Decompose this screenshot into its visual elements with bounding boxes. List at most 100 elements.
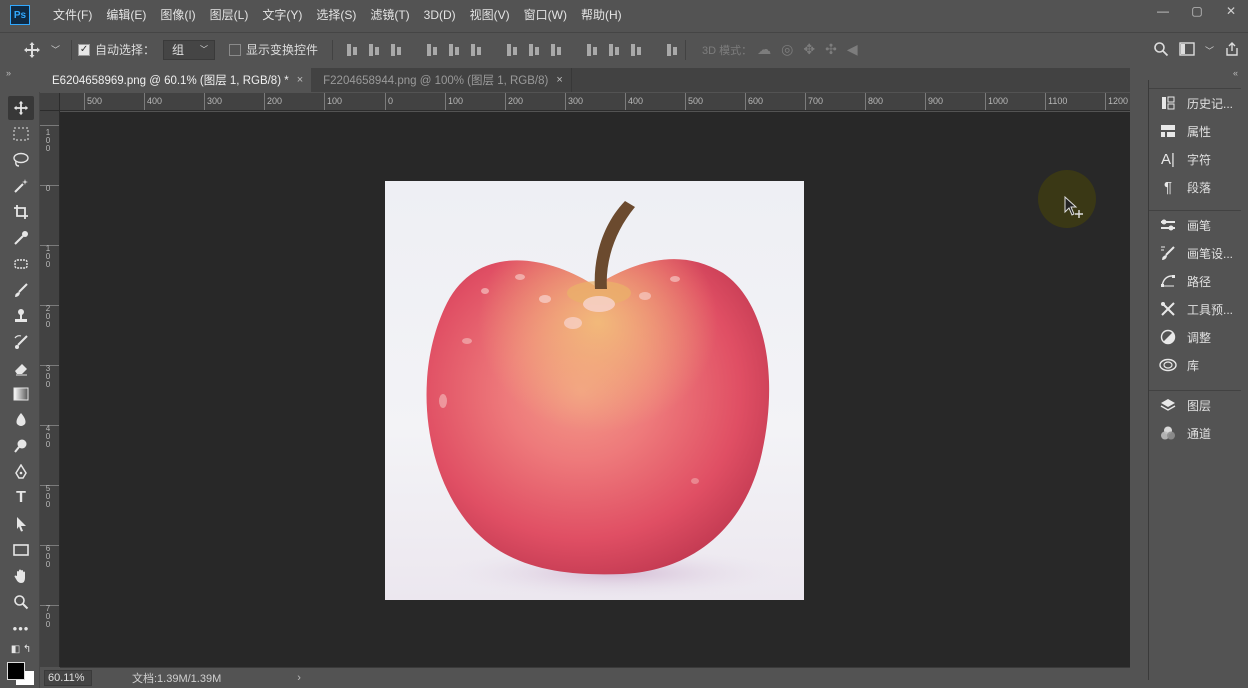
align-left-icon[interactable] (425, 43, 439, 57)
move-tool-icon[interactable] (8, 96, 34, 120)
type-tool-icon[interactable]: T (8, 486, 34, 510)
panel-label: 画笔 (1187, 218, 1212, 233)
marquee-tool-icon[interactable] (8, 122, 34, 146)
distribute-bottom-icon[interactable] (549, 43, 563, 57)
align-top-icon[interactable] (345, 43, 359, 57)
3d-roll-icon[interactable]: ◎ (776, 41, 798, 58)
panel-adjustments[interactable]: 调整 (1149, 323, 1241, 351)
minimize-button[interactable]: — (1146, 0, 1180, 22)
3d-slide-icon[interactable]: ✣ (820, 41, 842, 58)
3d-orbit-icon[interactable]: ☁ (752, 41, 776, 58)
menu-select[interactable]: 选择(S) (309, 0, 363, 30)
close-tab-icon[interactable]: × (556, 74, 562, 86)
clone-stamp-tool-icon[interactable] (8, 304, 34, 328)
distribute-top-icon[interactable] (505, 43, 519, 57)
panel-paths[interactable]: 路径 (1149, 267, 1241, 295)
horizontal-ruler[interactable]: 500 400 300 200 100 0 100 200 300 400 50… (60, 93, 1130, 111)
close-tab-icon[interactable]: × (297, 74, 303, 86)
3d-pan-icon[interactable]: ✥ (798, 41, 820, 58)
rectangle-tool-icon[interactable] (8, 538, 34, 562)
close-button[interactable]: ✕ (1214, 0, 1248, 22)
ruler-origin[interactable] (40, 93, 60, 111)
auto-select-dropdown[interactable]: 组 ﹀ (163, 39, 216, 60)
distribute-right-icon[interactable] (629, 43, 643, 57)
menu-filter[interactable]: 滤镜(T) (363, 0, 416, 30)
pen-tool-icon[interactable] (8, 460, 34, 484)
auto-select-checkbox[interactable]: ✓ (78, 43, 91, 56)
chevron-down-icon[interactable]: ﹀ (46, 43, 65, 56)
menu-view[interactable]: 视图(V) (463, 0, 517, 30)
healing-brush-tool-icon[interactable] (8, 252, 34, 276)
distribute-left-icon[interactable] (585, 43, 599, 57)
eraser-tool-icon[interactable] (8, 356, 34, 380)
3d-scale-icon[interactable]: ◀ (842, 41, 863, 58)
gradient-tool-icon[interactable] (8, 382, 34, 406)
ruler-label: 900 (928, 96, 944, 106)
move-tool-preset-icon[interactable] (18, 41, 46, 59)
dodge-tool-icon[interactable] (8, 434, 34, 458)
panel-tool-presets[interactable]: 工具预... (1149, 295, 1241, 323)
history-brush-tool-icon[interactable] (8, 330, 34, 354)
blur-tool-icon[interactable] (8, 408, 34, 432)
more-tools-icon[interactable]: ••• (8, 616, 34, 640)
panel-channels[interactable]: 通道 (1149, 419, 1241, 447)
magic-wand-tool-icon[interactable] (8, 174, 34, 198)
align-bottom-icon[interactable] (389, 43, 403, 57)
auto-align-icon[interactable] (665, 43, 679, 57)
ruler-label: 600 (748, 96, 764, 106)
menu-image[interactable]: 图像(I) (153, 0, 202, 30)
tab-document-2[interactable]: F2204658944.png @ 100% (图层 1, RGB/8) × (311, 68, 572, 92)
distribute-vcenter-icon[interactable] (527, 43, 541, 57)
options-bar: ﹀ ✓ 自动选择： 组 ﹀ 显示变换控件 3D 模式： ☁ ◎ ✥ ✣ ◀ ﹀ (0, 32, 1248, 66)
align-right-icon[interactable] (469, 43, 483, 57)
menu-edit[interactable]: 编辑(E) (99, 0, 153, 30)
panel-history[interactable]: 历史记... (1149, 89, 1241, 117)
menu-bar: Ps 文件(F) 编辑(E) 图像(I) 图层(L) 文字(Y) 选择(S) 滤… (0, 0, 1248, 30)
panel-paragraph[interactable]: ¶ 段落 (1149, 173, 1241, 201)
collapse-toolbar-icon[interactable]: » (6, 68, 11, 78)
foreground-color-swatch[interactable] (7, 662, 25, 680)
lasso-tool-icon[interactable] (8, 148, 34, 172)
path-selection-tool-icon[interactable] (8, 512, 34, 536)
tab-label: E6204658969.png @ 60.1% (图层 1, RGB/8) * (52, 75, 289, 87)
show-transform-checkbox[interactable] (229, 43, 242, 56)
hand-tool-icon[interactable] (8, 564, 34, 588)
panel-character[interactable]: A| 字符 (1149, 145, 1241, 173)
menu-help[interactable]: 帮助(H) (574, 0, 629, 30)
align-hcenter-icon[interactable] (447, 43, 461, 57)
tab-document-1[interactable]: E6204658969.png @ 60.1% (图层 1, RGB/8) * … (40, 68, 312, 92)
maximize-button[interactable]: ▢ (1180, 0, 1214, 22)
workspace-icon[interactable] (1179, 41, 1195, 59)
chevron-down-icon[interactable]: ﹀ (1205, 44, 1214, 57)
menu-window[interactable]: 窗口(W) (517, 0, 574, 30)
crop-tool-icon[interactable] (8, 200, 34, 224)
zoom-tool-icon[interactable] (8, 590, 34, 614)
panel-properties[interactable]: 属性 (1149, 117, 1241, 145)
brush-tool-icon[interactable] (8, 278, 34, 302)
align-vcenter-icon[interactable] (367, 43, 381, 57)
panel-layers[interactable]: 图层 (1149, 391, 1241, 419)
menu-layer[interactable]: 图层(L) (203, 0, 256, 30)
menu-file[interactable]: 文件(F) (46, 0, 99, 30)
vertical-ruler[interactable]: 1 0 0 0 1 0 0 2 0 0 3 0 0 4 0 0 5 0 0 6 … (40, 111, 60, 667)
distribute-hcenter-icon[interactable] (607, 43, 621, 57)
document-canvas[interactable] (385, 181, 804, 600)
status-menu-arrow[interactable]: › (297, 672, 301, 684)
3d-mode-label: 3D 模式： (702, 44, 753, 57)
ruler-label: 0 (45, 184, 51, 193)
menu-type[interactable]: 文字(Y) (255, 0, 309, 30)
panel-brush-settings[interactable]: 画笔设... (1149, 239, 1241, 267)
search-icon[interactable] (1153, 41, 1169, 60)
eyedropper-tool-icon[interactable] (8, 226, 34, 250)
share-icon[interactable] (1224, 41, 1240, 60)
auto-select-label: 自动选择： (95, 43, 156, 57)
swap-colors-icon[interactable]: ◧ ↰ (8, 640, 34, 658)
ruler-label: 500 (688, 96, 704, 106)
panel-dock-strip (1130, 92, 1148, 667)
collapse-panels-icon[interactable]: « (1233, 68, 1238, 78)
panel-brush[interactable]: 画笔 (1149, 211, 1241, 239)
panel-libraries[interactable]: 库 (1149, 351, 1241, 379)
panel-label: 历史记... (1187, 96, 1234, 111)
menu-3d[interactable]: 3D(D) (417, 0, 463, 30)
zoom-field[interactable]: 60.11% (44, 670, 92, 686)
